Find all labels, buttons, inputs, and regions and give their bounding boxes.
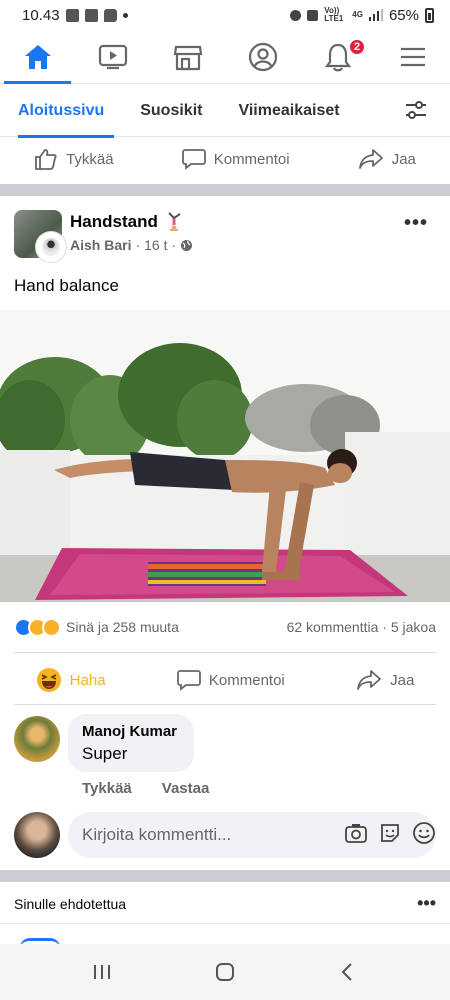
status-bar: 10.43 Vo)) LTE1 4G 65%: [0, 0, 450, 30]
suggested-title: Sinulle ehdotettua: [14, 895, 127, 912]
facebook-notification-icon: [65, 8, 79, 22]
commenter-avatar[interactable]: [14, 716, 60, 762]
comment-input-placeholder: Kirjoita kommentti...: [82, 825, 232, 844]
post-comment-button[interactable]: Kommentoi: [176, 669, 285, 691]
previous-post-actions: Tykkää Kommentoi Jaa: [0, 137, 450, 181]
nav-notifications[interactable]: 2: [300, 30, 375, 83]
meta-separator: ·: [135, 237, 141, 253]
top-navigation: 2: [0, 30, 450, 84]
post-more-options-icon[interactable]: •••: [404, 212, 428, 235]
marketplace-icon: [173, 45, 202, 70]
nav-marketplace[interactable]: [150, 30, 225, 83]
signal-icon: [368, 9, 383, 21]
meta-separator-2: ·: [171, 237, 177, 253]
nav-watch[interactable]: [75, 30, 150, 83]
shares-count[interactable]: 5 jakoa: [391, 619, 436, 635]
comment-actions: Tykkää Vastaa: [82, 780, 209, 797]
nav-home[interactable]: [0, 30, 75, 84]
back-icon[interactable]: [337, 961, 359, 983]
like-label: Tykkää: [66, 150, 114, 168]
comment-icon: [181, 149, 206, 170]
share-icon: [358, 149, 383, 169]
comment-bubble[interactable]: Manoj Kumar Super: [68, 714, 194, 772]
status-time: 10.43: [22, 6, 60, 24]
commenter-name[interactable]: Manoj Kumar: [82, 723, 180, 740]
suggested-header: Sinulle ehdotettua •••: [0, 884, 450, 924]
signal-type-label: 4G: [352, 10, 363, 19]
network-label: Vo)) LTE1: [324, 6, 344, 23]
post-share-button[interactable]: Jaa: [356, 669, 414, 691]
alarm-icon: [290, 9, 302, 21]
thumbs-up-icon: [35, 149, 57, 170]
comment-label: Kommentoi: [213, 150, 290, 168]
nav-menu[interactable]: [375, 30, 450, 83]
tab-favorites[interactable]: Suosikit: [140, 85, 202, 137]
post-divider-bottom: [14, 704, 436, 705]
comment-like-button[interactable]: Tykkää: [82, 780, 132, 797]
post-share-label: Jaa: [390, 671, 415, 689]
haha-label: Haha: [69, 671, 106, 689]
battery-percent: 65%: [388, 6, 419, 24]
share-label: Jaa: [391, 150, 416, 168]
feed-divider-2: [0, 870, 450, 882]
share-button[interactable]: Jaa: [358, 148, 416, 170]
stats-separator: ·: [382, 619, 391, 635]
post-photo: [0, 310, 450, 602]
notification-badge: 2: [348, 38, 366, 56]
wow-reaction-icon: [42, 617, 61, 637]
haha-emoji-icon: [36, 668, 61, 692]
profile-icon: [248, 42, 277, 71]
feed-divider: [0, 184, 450, 196]
more-notifications-dot-icon: [122, 12, 128, 18]
post-comment-label: Kommentoi: [208, 671, 285, 689]
filter-icon[interactable]: [404, 99, 428, 121]
like-button[interactable]: Tykkää: [34, 148, 114, 170]
menu-icon: [400, 47, 425, 66]
comments-count[interactable]: 62 kommenttia: [287, 619, 379, 635]
android-navigation-bar: [0, 944, 450, 1000]
mute-icon: [307, 9, 319, 21]
write-comment-row: Kirjoita kommentti...: [0, 810, 450, 862]
post-actions: Haha Kommentoi Jaa: [0, 658, 450, 702]
handstand-emoji-icon: [168, 212, 181, 231]
group-name[interactable]: Handstand: [70, 212, 158, 232]
emoji-icon[interactable]: [412, 821, 436, 845]
post-divider-top: [14, 652, 436, 653]
tab-home-feed[interactable]: Aloitussivu: [18, 85, 115, 138]
post-time[interactable]: 16 t: [144, 237, 167, 253]
reactions-summary: Sinä ja 258 muuta 62 kommenttia · 5 jako…: [0, 614, 450, 640]
share-icon: [357, 670, 382, 690]
battery-icon: [425, 7, 434, 23]
comment-button[interactable]: Kommentoi: [181, 148, 290, 170]
watch-icon: [98, 44, 127, 69]
post-image[interactable]: [0, 310, 450, 602]
post-author[interactable]: Aish Bari: [70, 237, 131, 253]
nav-profile[interactable]: [225, 30, 300, 83]
feed-tabs: Aloitussivu Suosikit Viimeaikaiset: [0, 85, 450, 138]
camera-icon[interactable]: [344, 822, 368, 844]
current-user-avatar[interactable]: [14, 812, 60, 858]
message-notification-icon: [103, 8, 117, 22]
reactions-count[interactable]: Sinä ja 258 muuta: [66, 619, 179, 635]
haha-reaction-button[interactable]: Haha: [36, 667, 106, 693]
comment-icon: [176, 670, 201, 691]
gallery-notification-icon: [84, 8, 98, 22]
tab-recent[interactable]: Viimeaikaiset: [238, 85, 339, 137]
comment-text: Super: [82, 744, 128, 763]
home-icon: [24, 44, 51, 69]
comment-item: Manoj Kumar Super: [0, 712, 450, 792]
globe-icon: [181, 239, 193, 251]
sticker-icon[interactable]: [378, 821, 402, 845]
suggested-more-options-icon[interactable]: •••: [417, 893, 436, 914]
author-avatar[interactable]: [36, 232, 66, 262]
comment-reply-button[interactable]: Vastaa: [162, 780, 210, 797]
post-text: Hand balance: [14, 276, 119, 295]
post-header: Handstand Aish Bari · 16 t · •••: [0, 206, 450, 268]
home-button-icon[interactable]: [214, 961, 236, 983]
recent-apps-icon[interactable]: [91, 962, 113, 982]
